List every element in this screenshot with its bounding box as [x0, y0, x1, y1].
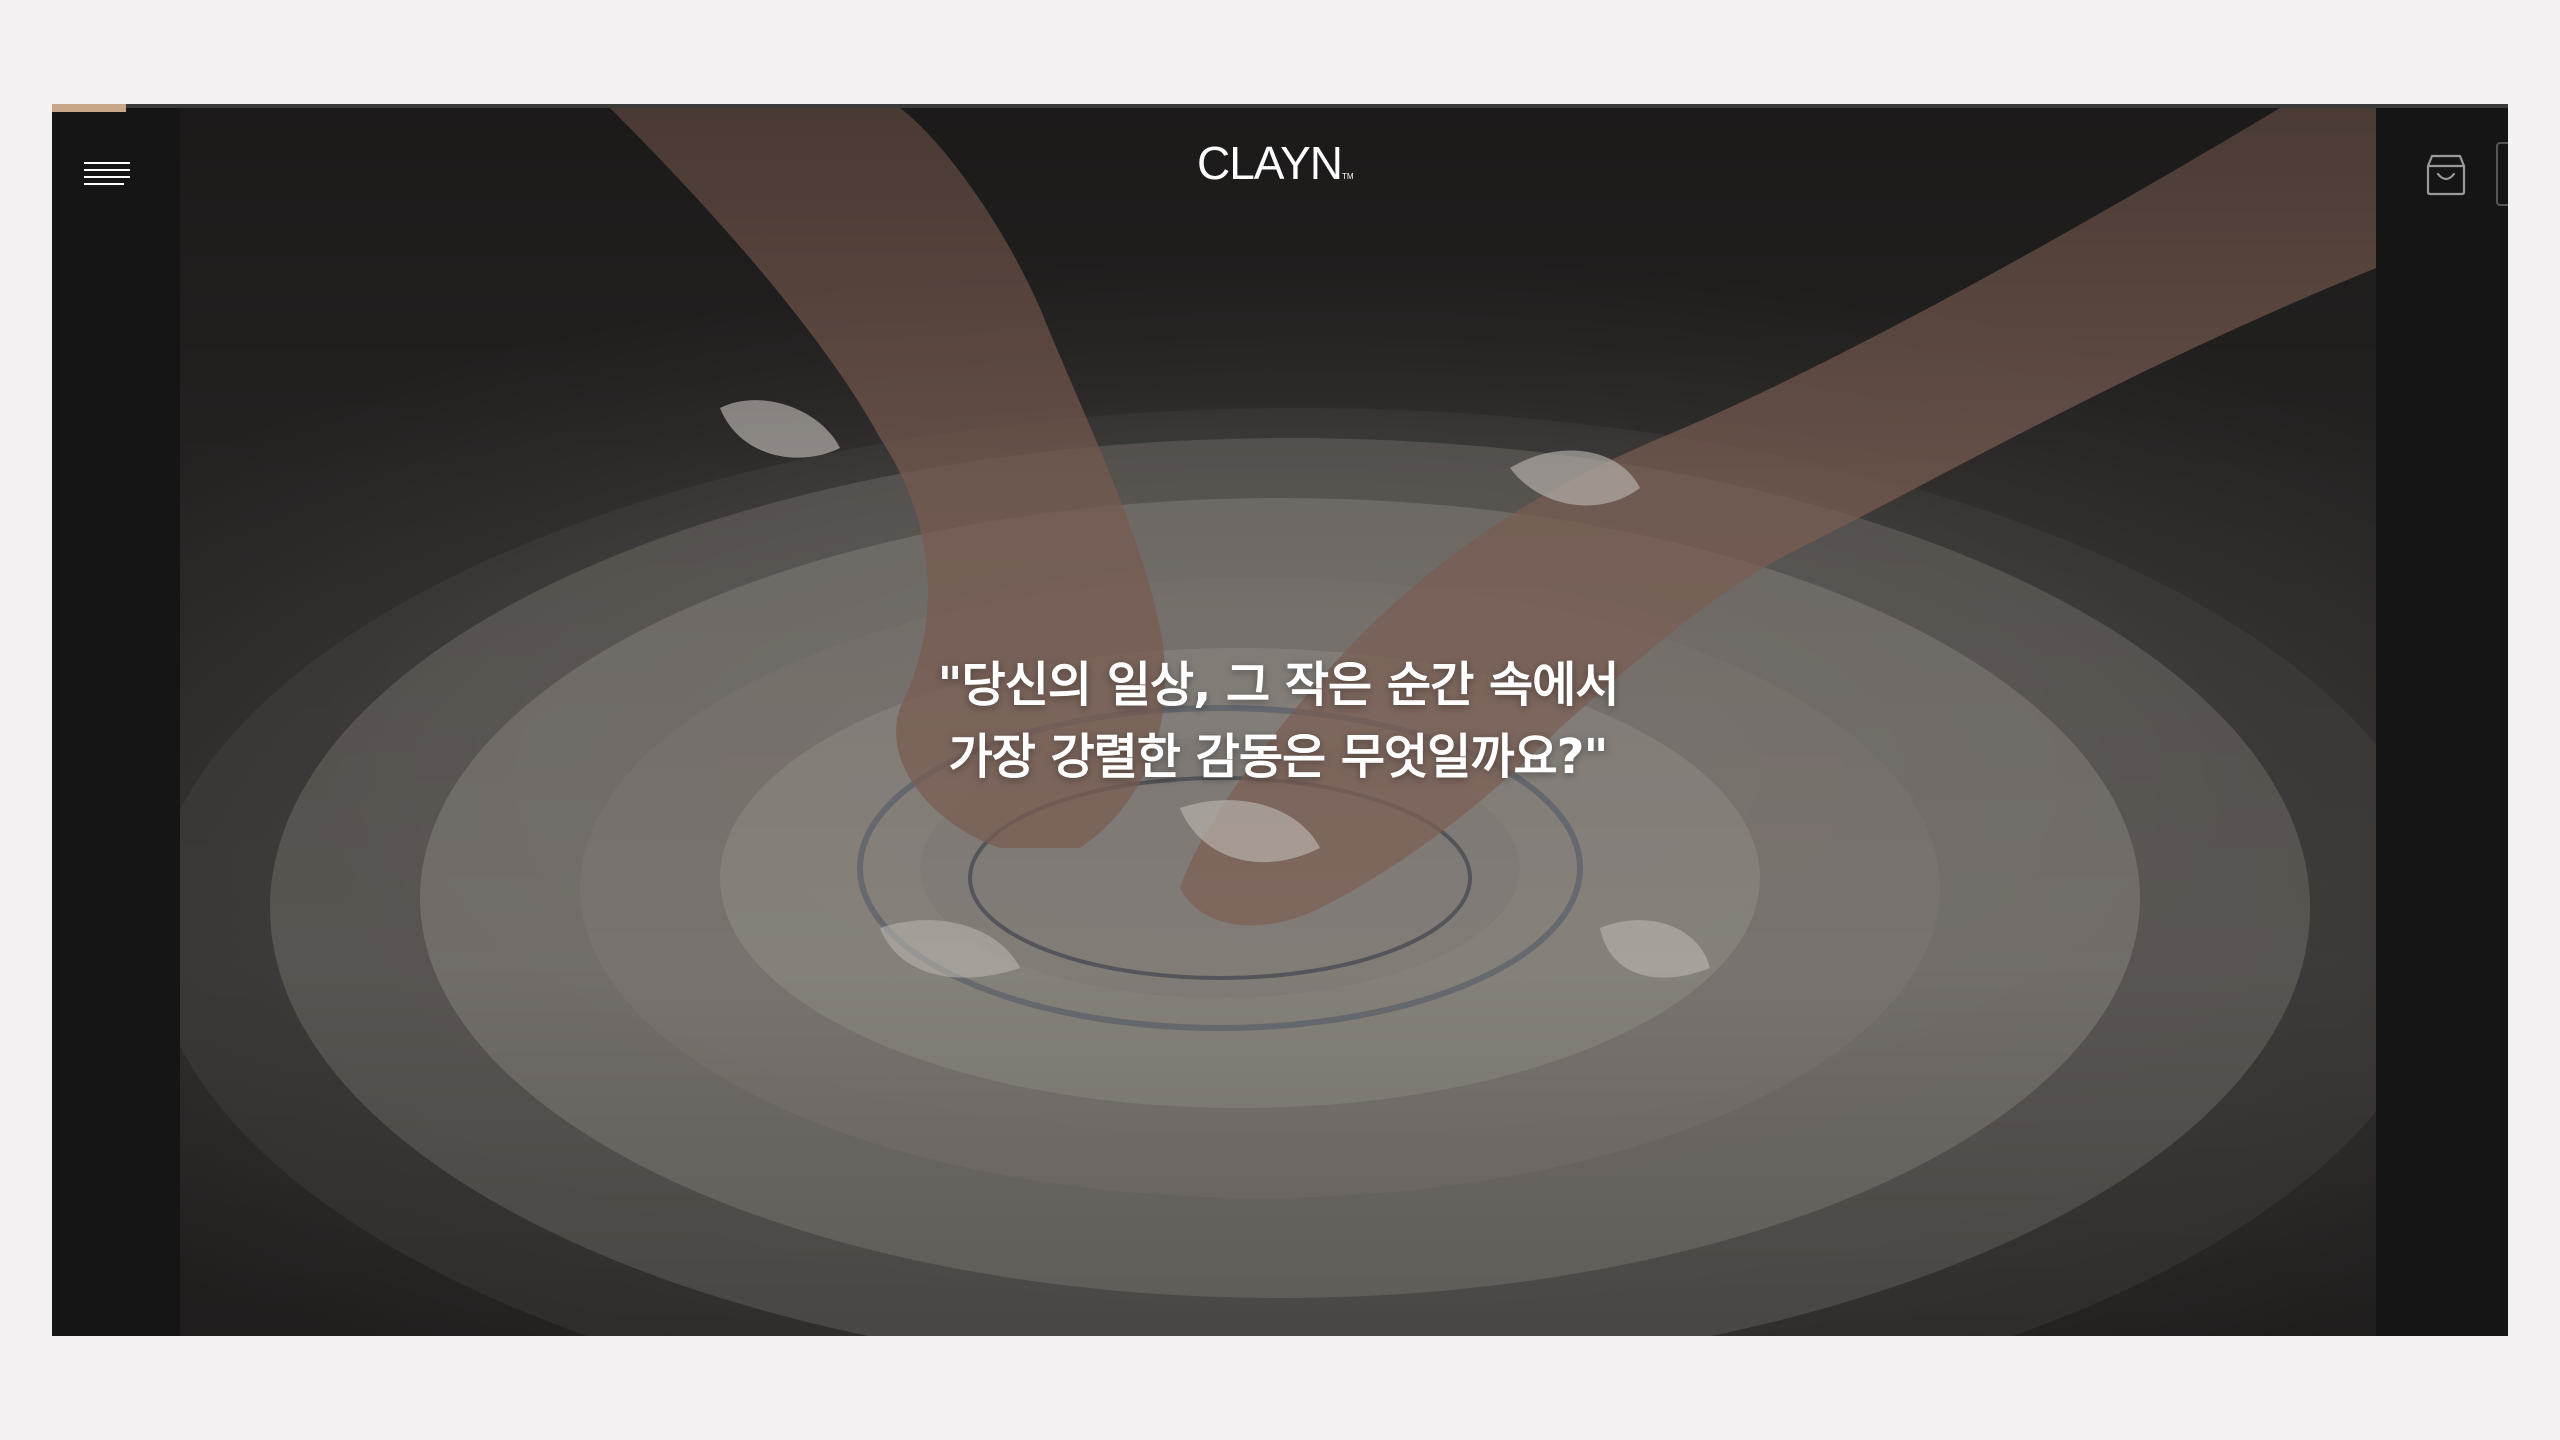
brand-logo[interactable]: CLAYNTM	[1197, 136, 1354, 190]
shopping-bag-icon	[2426, 154, 2466, 196]
hamburger-icon	[84, 162, 130, 185]
trademark-mark: TM	[1341, 172, 1354, 181]
brand-logo-text: CLAYN	[1197, 137, 1343, 189]
menu-button[interactable]	[84, 162, 130, 192]
cart-button[interactable]	[2424, 150, 2468, 198]
side-panel-tab[interactable]	[2496, 142, 2508, 206]
hero-section: CLAYNTM "당신의 일상, 그 작은 순간 속에서 가장 강렬한 감동은 …	[52, 104, 2508, 1336]
hero-quote: "당신의 일상, 그 작은 순간 속에서 가장 강렬한 감동은 무엇일까요?"	[180, 649, 2376, 793]
scroll-progress-bar	[52, 104, 126, 112]
hero-quote-line-1: "당신의 일상, 그 작은 순간 속에서	[937, 657, 1620, 713]
hero-quote-line-2: 가장 강렬한 감동은 무엇일까요?"	[948, 729, 1608, 785]
